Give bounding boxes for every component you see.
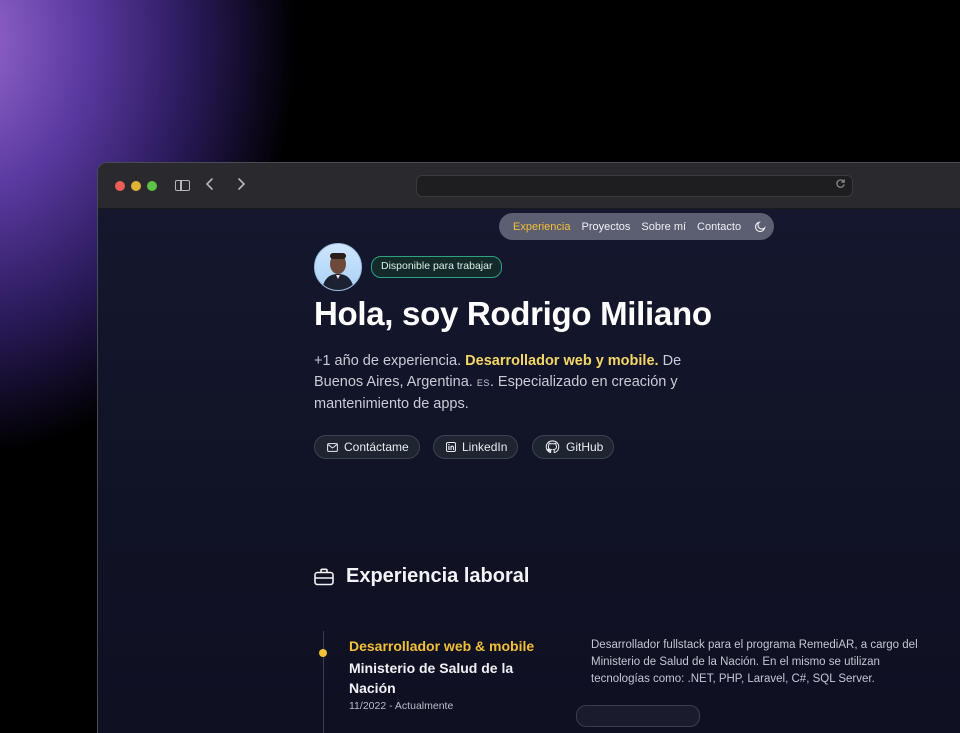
job-company: Ministerio de Salud de la Nación <box>349 660 514 696</box>
github-icon <box>545 439 560 453</box>
github-button-label: GitHub <box>566 439 604 454</box>
job-role: Desarrollador web & mobile <box>349 638 535 654</box>
browser-window: Experiencia Proyectos Sobre mí Contacto … <box>97 162 960 733</box>
portfolio-page: Experiencia Proyectos Sobre mí Contacto … <box>98 209 960 733</box>
experience-section-title: Experiencia laboral <box>346 565 530 587</box>
github-button[interactable]: GitHub <box>532 435 615 459</box>
minimize-window-button[interactable] <box>131 181 141 191</box>
timeline-dot <box>319 649 327 657</box>
nav-sobre-mi[interactable]: Sobre mí <box>641 221 686 233</box>
argentina-flag-label: ES <box>476 378 490 388</box>
intro-text: +1 año de experiencia. Desarrollador web… <box>314 351 714 415</box>
contact-button-label: Contáctame <box>344 439 409 454</box>
maximize-window-button[interactable] <box>147 181 157 191</box>
intro-highlight: Desarrollador web y mobile. <box>465 353 659 369</box>
availability-badge: Disponible para trabajar <box>371 256 503 278</box>
intro-part-1: +1 año de experiencia. <box>314 353 466 369</box>
address-bar[interactable] <box>416 175 853 197</box>
job-description: Desarrollador fullstack para el programa… <box>591 639 918 685</box>
linkedin-icon <box>446 442 456 452</box>
forward-icon[interactable] <box>236 177 246 195</box>
back-icon[interactable] <box>205 177 215 195</box>
job-tags-pill <box>576 705 700 727</box>
reload-icon[interactable] <box>835 178 846 192</box>
briefcase-icon <box>314 568 334 586</box>
mail-icon <box>327 442 338 452</box>
nav-experiencia[interactable]: Experiencia <box>513 221 570 233</box>
linkedin-button[interactable]: LinkedIn <box>433 435 519 459</box>
nav-contacto[interactable]: Contacto <box>697 221 741 233</box>
close-window-button[interactable] <box>115 181 125 191</box>
page-title: Hola, soy Rodrigo Miliano <box>314 295 712 332</box>
sidebar-toggle-icon[interactable] <box>175 180 190 191</box>
moon-icon[interactable] <box>754 220 767 233</box>
nav-proyectos[interactable]: Proyectos <box>581 221 630 233</box>
job-date: 11/2022 - Actualmente <box>349 700 454 712</box>
contact-button[interactable]: Contáctame <box>314 435 420 459</box>
linkedin-button-label: LinkedIn <box>462 439 508 454</box>
browser-toolbar <box>98 163 960 209</box>
timeline-line <box>323 631 324 733</box>
main-nav: Experiencia Proyectos Sobre mí Contacto <box>499 213 774 240</box>
avatar <box>314 243 362 291</box>
